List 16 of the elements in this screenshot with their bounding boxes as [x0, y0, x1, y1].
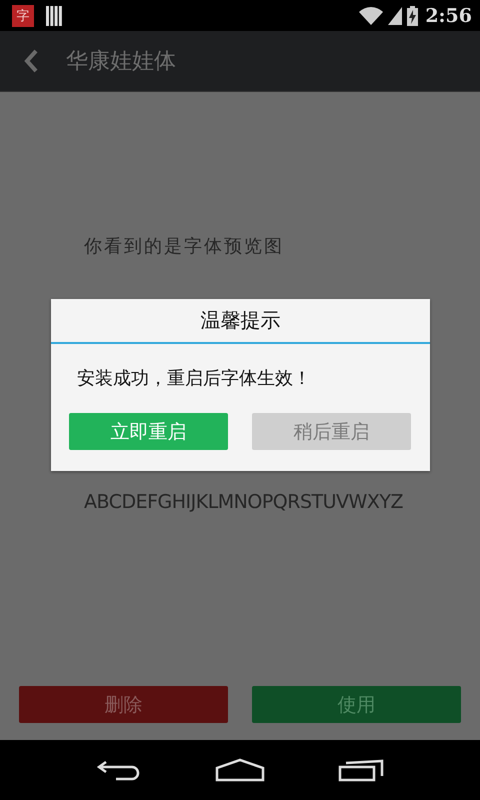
battery-charging-icon — [407, 6, 418, 26]
preview-alphabet: ABCDEFGHIJKLMNOPQRSTUVWXYZ — [84, 491, 404, 513]
app-notification-icon: 字 — [12, 4, 34, 26]
home-icon[interactable] — [214, 758, 265, 782]
dialog-message: 安装成功，重启后字体生效！ — [76, 367, 312, 390]
page-title: 华康娃娃体 — [66, 48, 176, 76]
use-button[interactable]: 使用 — [252, 686, 461, 723]
restart-now-button[interactable]: 立即重启 — [69, 413, 228, 450]
preview-caption: 你看到的是字体预览图 — [84, 235, 285, 258]
dialog-title: 温馨提示 — [51, 299, 430, 344]
clock-time: 2:56 — [425, 4, 472, 26]
recent-apps-icon[interactable] — [338, 758, 384, 782]
delete-button[interactable]: 删除 — [19, 686, 228, 723]
wifi-icon — [359, 6, 384, 24]
signal-icon — [388, 6, 402, 24]
restart-later-button[interactable]: 稍后重启 — [252, 413, 411, 450]
